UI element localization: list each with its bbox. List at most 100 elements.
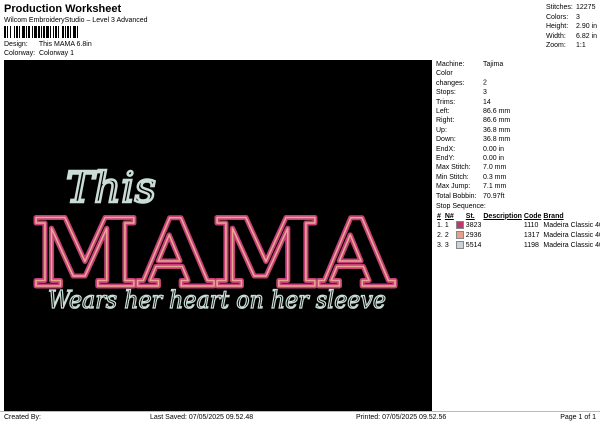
color-swatch [455,230,464,239]
thread-code: 1110 [523,221,539,229]
info-row: Down: 36.8 mm [436,135,596,144]
stat-value: 3 [576,13,580,21]
software-name: Wilcom EmbroideryStudio – Level 3 Advanc… [4,17,148,24]
info-value: 36.8 mm [483,136,511,144]
stop-number: 3. [437,241,443,249]
info-row: Machine: Tajima [436,60,596,69]
colorway-value: Colorway 1 [38,50,74,57]
column-header: Brand [543,212,564,220]
info-row: Max Jump: 7.1 mm [436,182,596,191]
table-row: 2. 2 2936 1317 Madeira Classic 40 [436,230,600,241]
needle-number: 1 [444,221,449,229]
thread-brand: Madeira Classic 40 [543,241,600,249]
thread-brand: Madeira Classic 40 [543,221,600,229]
printed-date: Printed: 07/05/2025 09.52.56 [356,414,447,421]
stat-row: Colors: 3 [546,13,597,23]
machine-info-panel: Machine: Tajima Color changes: 2 Stops: 3 T… [436,60,600,251]
info-value: 36.8 mm [483,126,511,134]
info-value: 0.3 mm [483,173,507,181]
created-by: Created By: [4,414,41,421]
stitch-count: 5514 [465,241,482,249]
last-saved: Last Saved: 07/05/2025 09.52.48 [150,414,254,421]
tagline-script-text: Wears her heart on her sleeve [48,286,386,314]
table-row: 3. 3 5514 1198 Madeira Classic 40 [436,240,600,251]
stat-label: Zoom: [546,42,566,50]
stat-value: 6.82 in [576,32,598,40]
info-label: Trims: [436,98,456,106]
info-value: 7.1 mm [483,183,507,191]
stat-value: 1:1 [576,42,586,50]
stop-sequence-table: # N# St. Description Code Brand 1. 1 382… [436,213,600,251]
column-header: St. [465,212,475,220]
table-row: 1. 1 3823 1110 Madeira Classic 40 [436,220,600,231]
design-label: Design: [4,41,28,48]
info-row: Min Stitch: 0.3 mm [436,173,596,182]
info-row: Left: 86.6 mm [436,107,596,116]
stop-number: 2. [437,231,443,239]
stat-label: Height: [546,23,569,31]
info-label: Up: [436,126,447,134]
info-label: Max Jump: [436,183,471,191]
info-row: Stops: 3 [436,88,596,97]
color-swatch-cell [455,240,465,251]
thread-brand: Madeira Classic 40 [543,231,600,239]
info-value: 70.97ft [483,192,505,200]
info-label: Machine: [436,61,465,68]
info-value: 14 [483,98,491,106]
info-label: Left: [436,108,450,116]
info-row: Up: 36.8 mm [436,126,596,135]
column-header [455,213,465,221]
thread-code: 1317 [523,231,540,239]
info-value: 86.6 mm [483,108,511,116]
info-value: 2 [483,79,487,87]
info-value: Tajima [483,61,504,68]
info-row: EndY: 0.00 in [436,154,596,163]
barcode-bar [78,26,80,38]
footer-bar: Created By: Last Saved: 07/05/2025 09.52… [0,411,600,425]
stitch-count: 2936 [465,231,482,239]
barcode [4,26,124,38]
stat-label: Stitches: [546,4,573,11]
column-header: # [437,212,441,220]
stitch-count: 3823 [465,221,482,229]
needle-number: 2 [444,231,449,239]
stat-row: Stitches: 12275 [546,3,597,13]
design-row: Design: This MAMA 6.8in [4,41,92,48]
info-value: 0.00 in [483,155,505,163]
info-label: Right: [436,117,455,125]
color-swatch [455,220,464,229]
info-label: EndX: [436,145,456,153]
stat-value: 2.90 in [576,23,598,31]
column-header: Description [483,212,522,220]
description [482,221,523,231]
info-row: Max Stitch: 7.0 mm [436,163,596,172]
thread-code: 1198 [523,241,539,249]
info-row: Right: 86.6 mm [436,116,596,125]
stop-sequence-title: Stop Sequence: [436,203,486,211]
color-swatch-cell [455,220,465,231]
info-value: 3 [483,89,487,97]
stat-row: Height: 2.90 in [546,22,597,32]
info-row: Color changes: 2 [436,69,596,88]
info-value: 7.0 mm [483,164,507,172]
colorway-row: Colorway: Colorway 1 [4,50,74,57]
info-label: EndY: [436,155,455,163]
stat-label: Colors: [546,13,569,21]
stats-panel: Stitches: 12275 Colors: 3 Height: 2.90 in W… [546,3,597,51]
info-row: Trims: 14 [436,98,596,107]
description [482,231,523,241]
info-label: Min Stitch: [436,173,469,181]
info-label: Total Bobbin: [436,192,477,200]
info-row: Total Bobbin: 70.97ft [436,192,596,201]
info-label: Max Stitch: [436,164,471,172]
info-value: 0.00 in [483,145,505,153]
info-label: Down: [436,136,456,144]
stat-row: Zoom: 1:1 [546,41,597,51]
info-label: Stops: [436,89,456,97]
info-row: EndX: 0.00 in [436,145,596,154]
page-number: Page 1 of 1 [560,414,596,421]
color-swatch-cell [455,230,465,241]
info-label: Color changes: [436,70,465,87]
description [482,241,523,251]
table-header-row: # N# St. Description Code Brand [436,213,600,221]
